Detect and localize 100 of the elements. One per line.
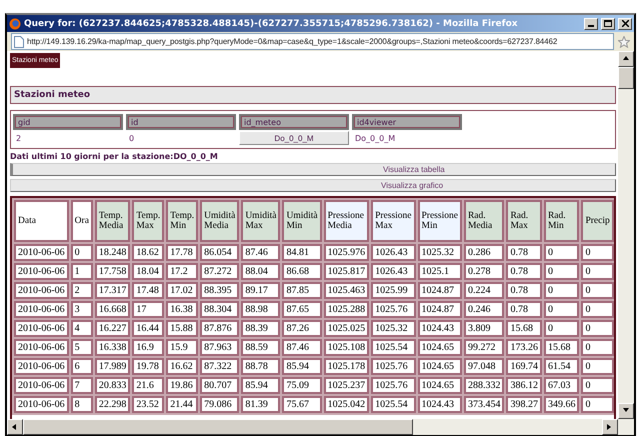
table-cell: 75.09 xyxy=(282,377,322,394)
table-cell: 2010-06-06 xyxy=(14,263,69,280)
table-cell: 0.278 xyxy=(464,263,504,280)
address-field[interactable]: http://149.139.16.29/ka-map/map_query_postgis.php?queryMode=0&map=case&q_type=1&scale=2000&groups=,Stazioni meteo&coords=627237.84462 xyxy=(11,33,614,50)
column-header: Umidità Max xyxy=(241,200,280,242)
table-cell: 15.88 xyxy=(166,320,198,337)
table-cell: 87.65 xyxy=(282,301,322,318)
table-cell: 61.54 xyxy=(544,358,580,375)
table-cell: 18.248 xyxy=(94,244,130,261)
horizontal-scrollbar[interactable] xyxy=(7,419,634,435)
table-cell: 16.9 xyxy=(132,339,164,356)
table-cell: 386.12 xyxy=(506,377,542,394)
url-text: http://149.139.16.29/ka-map/map_query_postgis.php?queryMode=0&map=case&q_type=1&scale=2000&groups=,Stazioni meteo&coords=627237.84462 xyxy=(27,37,558,46)
table-cell: 17 xyxy=(132,301,164,318)
view-button[interactable]: Visualizza grafico xyxy=(10,179,616,192)
table-cell: 0 xyxy=(581,301,614,318)
table-cell: 16.62 xyxy=(166,358,198,375)
table-cell: 0 xyxy=(544,244,580,261)
table-cell: 1025.817 xyxy=(324,263,370,280)
table-cell: 1025.237 xyxy=(324,377,370,394)
table-cell: 17.2 xyxy=(166,263,198,280)
window-title: Query for: (627237.844625;4785328.488145)-(627277.355715;4785296.738162) - Mozilla Firefox xyxy=(24,18,519,28)
table-cell: 87.85 xyxy=(282,282,322,299)
table-cell: 1024.43 xyxy=(418,320,462,337)
minimize-button[interactable] xyxy=(584,18,598,30)
scroll-left-button[interactable] xyxy=(7,419,23,435)
table-cell: 21.44 xyxy=(166,396,198,413)
table-cell: 1025.32 xyxy=(371,320,416,337)
table-cell: 15.68 xyxy=(506,320,542,337)
table-cell: 4 xyxy=(70,320,93,337)
table-cell: 87.46 xyxy=(282,339,322,356)
table-cell: 0.78 xyxy=(506,282,542,299)
table-cell: 17.989 xyxy=(94,358,130,375)
table-cell: 8 xyxy=(70,396,93,413)
table-cell: 1024.65 xyxy=(418,377,462,394)
column-header: Rad. Min xyxy=(544,200,580,242)
arrow-left-icon xyxy=(11,423,19,431)
table-cell: 16.38 xyxy=(166,301,198,318)
scroll-up-button[interactable] xyxy=(618,51,634,67)
column-header: Pressione Media xyxy=(324,200,370,242)
table-cell: 1025.288 xyxy=(324,301,370,318)
table-cell: 79.086 xyxy=(200,396,240,413)
table-cell: 88.304 xyxy=(200,301,240,318)
table-cell: 80.707 xyxy=(200,377,240,394)
close-button[interactable] xyxy=(618,18,632,30)
table-cell: 0 xyxy=(544,263,580,280)
table-cell: 85.94 xyxy=(241,377,280,394)
table-cell: 81.39 xyxy=(241,396,280,413)
table-cell: 3.809 xyxy=(464,320,504,337)
table-cell: 88.395 xyxy=(200,282,240,299)
table-cell: 2 xyxy=(70,282,93,299)
table-cell: 2010-06-06 xyxy=(14,358,69,375)
table-cell: 1025.54 xyxy=(371,396,416,413)
table-cell: 2010-06-06 xyxy=(14,244,69,261)
table-cell: 6 xyxy=(70,358,93,375)
table-cell: 373.454 xyxy=(464,396,504,413)
table-cell: 87.272 xyxy=(200,263,240,280)
column-header: Rad. Max xyxy=(506,200,542,242)
table-cell: 1024.43 xyxy=(418,396,462,413)
table-cell: 17.78 xyxy=(166,244,198,261)
table-cell: 89.17 xyxy=(241,282,280,299)
table-cell: 20.833 xyxy=(94,377,130,394)
table-cell: 1025.32 xyxy=(418,244,462,261)
arrow-up-icon xyxy=(622,55,630,63)
table-cell: 398.27 xyxy=(506,396,542,413)
table-cell: 0.224 xyxy=(464,282,504,299)
table-cell: 22.298 xyxy=(94,396,130,413)
table-cell: 7 xyxy=(70,377,93,394)
table-cell: 169.74 xyxy=(506,358,542,375)
table-cell: 17.758 xyxy=(94,263,130,280)
scroll-thumb[interactable] xyxy=(618,67,634,89)
table-cell: 5 xyxy=(70,339,93,356)
table-cell: 3 xyxy=(70,301,93,318)
table-cell: 99.272 xyxy=(464,339,504,356)
table-cell: 173.26 xyxy=(506,339,542,356)
table-cell: 88.98 xyxy=(241,301,280,318)
column-header: Temp. Media xyxy=(94,200,130,242)
view-button[interactable]: Visualizza tabella xyxy=(10,163,616,176)
section-title: Stazioni meteo xyxy=(10,86,616,104)
table-cell: 1025.042 xyxy=(324,396,370,413)
table-cell: 86.054 xyxy=(200,244,240,261)
table-cell: 84.81 xyxy=(282,244,322,261)
table-cell: 88.59 xyxy=(241,339,280,356)
scroll-thumb[interactable] xyxy=(23,419,413,435)
table-cell: 0.78 xyxy=(506,301,542,318)
attribute-value: 2 xyxy=(15,132,22,144)
table-cell: 1025.76 xyxy=(371,301,416,318)
attribute-button[interactable]: Do_0_0_M xyxy=(239,131,349,145)
table-cell: 0 xyxy=(581,358,614,375)
table-cell: 0 xyxy=(544,282,580,299)
table-cell: 1026.43 xyxy=(371,244,416,261)
table-cell: 16.338 xyxy=(94,339,130,356)
table-cell: 2010-06-06 xyxy=(14,339,69,356)
scroll-right-button[interactable] xyxy=(602,419,618,435)
maximize-button[interactable] xyxy=(601,18,615,30)
vertical-scrollbar[interactable] xyxy=(618,51,634,419)
table-cell: 18.62 xyxy=(132,244,164,261)
table-cell: 0.286 xyxy=(464,244,504,261)
scroll-down-button[interactable] xyxy=(618,403,634,419)
star-icon[interactable] xyxy=(618,36,630,48)
